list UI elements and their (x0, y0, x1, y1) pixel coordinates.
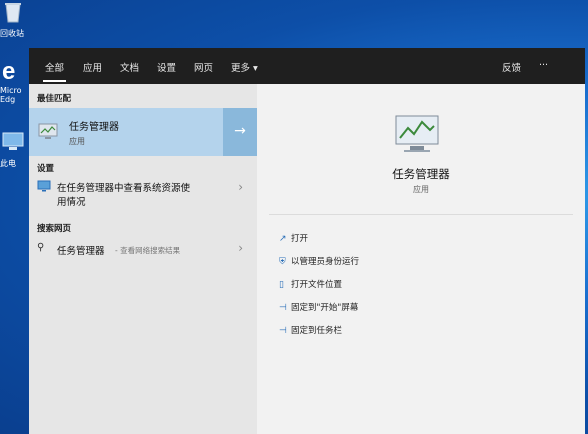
section-web: 搜索网页 (37, 224, 72, 234)
arrow-right-icon: → (234, 123, 246, 139)
edge-label: Micro Edg (0, 86, 22, 104)
recycle-bin-icon (5, 3, 21, 23)
web-result-suffix: - 查看网络搜索结果 (115, 246, 181, 255)
folder-icon: ▯ (279, 280, 284, 290)
best-match-item[interactable]: 任务管理器 应用 → (29, 108, 257, 156)
shield-icon: ⛨ (279, 257, 286, 267)
action-open-file-location[interactable]: ▯ 打开文件位置 (279, 278, 342, 290)
settings-result-item[interactable]: 在任务管理器中查看系统资源使 用情况 › (29, 176, 257, 216)
action-label: 以管理员身份运行 (291, 257, 360, 267)
monitor-icon (37, 180, 51, 192)
desktop-this-pc[interactable]: 此电 (0, 130, 30, 169)
tab-all[interactable]: 全部 (42, 60, 67, 82)
action-label: 固定到任务栏 (291, 326, 343, 336)
search-icon: ⚲ (37, 242, 45, 253)
desktop-edge[interactable]: e Micro Edg (0, 58, 30, 104)
feedback-button[interactable]: 反馈 (502, 60, 521, 74)
recycle-bin-label: 回收站 (0, 29, 24, 38)
tab-more[interactable]: 更多 ▾ (231, 60, 258, 74)
detail-subtitle: 应用 (413, 185, 429, 194)
best-match-subtitle: 应用 (69, 137, 85, 146)
svg-text:e: e (2, 58, 15, 82)
chevron-right-icon: › (238, 241, 243, 255)
web-result-item[interactable]: ⚲ 任务管理器 - 查看网络搜索结果 › (29, 238, 257, 264)
section-settings: 设置 (37, 164, 55, 174)
open-arrow-button[interactable]: → (223, 108, 257, 156)
tab-documents[interactable]: 文档 (120, 60, 139, 74)
tab-apps[interactable]: 应用 (83, 60, 102, 74)
this-pc-label: 此电 (0, 159, 16, 168)
more-options-button[interactable]: ··· (539, 60, 548, 71)
divider (269, 214, 573, 215)
task-manager-large-icon (395, 115, 439, 152)
tab-settings[interactable]: 设置 (157, 60, 176, 74)
search-tabs-bar: 全部 应用 文档 设置 网页 更多 ▾ 反馈 ··· (29, 48, 585, 84)
action-label: 固定到"开始"屏幕 (291, 303, 359, 313)
action-run-as-admin[interactable]: ⛨ 以管理员身份运行 (279, 255, 359, 267)
action-open[interactable]: ↗ 打开 (279, 232, 308, 244)
section-best-match: 最佳匹配 (37, 94, 72, 104)
pin-icon: ⊣ (279, 326, 287, 336)
action-label: 打开 (291, 234, 309, 244)
open-icon: ↗ (279, 234, 287, 244)
search-panel: 全部 应用 文档 设置 网页 更多 ▾ 反馈 ··· 最佳匹配 任务管理器 应用… (29, 48, 585, 434)
detail-pane: 任务管理器 应用 ↗ 打开 ⛨ 以管理员身份运行 ▯ 打开文件位置 ⊣ 固定到"开始"屏… (257, 84, 585, 434)
best-match-title: 任务管理器 (69, 122, 119, 133)
chevron-right-icon: › (238, 180, 243, 194)
task-manager-icon (38, 123, 58, 139)
settings-result-line1: 在任务管理器中查看系统资源使 (57, 183, 191, 194)
settings-result-line2: 用情况 (57, 197, 86, 208)
edge-icon: e (2, 58, 15, 85)
computer-icon (2, 132, 24, 150)
results-list: 最佳匹配 任务管理器 应用 → 设置 在任务管理器中查看系统资源使 用情况 › … (29, 84, 257, 434)
desktop-recycle-bin[interactable]: 回收站 (0, 0, 30, 39)
tab-web[interactable]: 网页 (194, 60, 213, 74)
action-label: 打开文件位置 (291, 280, 343, 290)
pin-icon: ⊣ (279, 303, 287, 313)
action-pin-to-taskbar[interactable]: ⊣ 固定到任务栏 (279, 324, 342, 336)
detail-title: 任务管理器 (392, 167, 450, 181)
web-result-title: 任务管理器 (57, 246, 105, 257)
action-pin-to-start[interactable]: ⊣ 固定到"开始"屏幕 (279, 301, 358, 313)
